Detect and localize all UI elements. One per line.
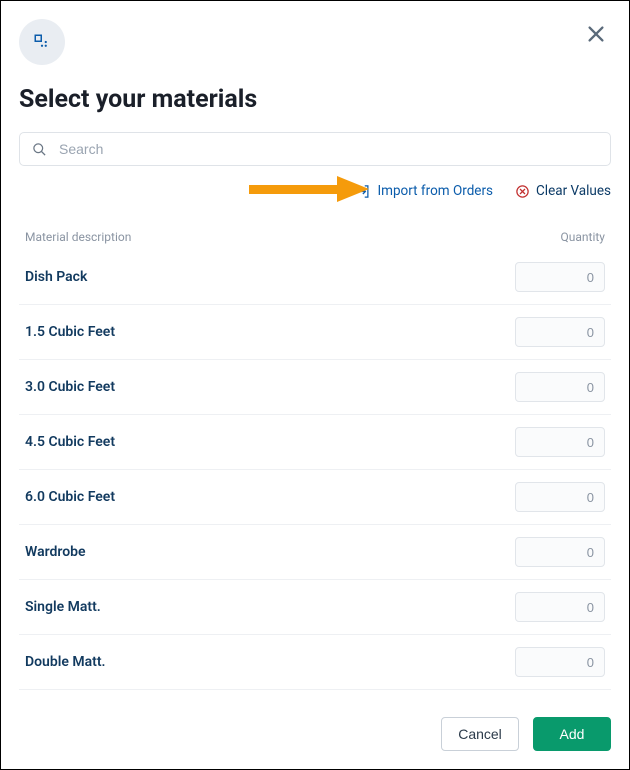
search-input[interactable] — [59, 141, 598, 157]
import-icon — [356, 184, 371, 199]
material-row: 3.0 Cubic Feet — [19, 360, 611, 415]
close-button[interactable] — [581, 19, 611, 49]
material-label: Wardrobe — [25, 544, 86, 560]
quantity-input[interactable] — [515, 592, 605, 622]
material-row: 1.5 Cubic Feet — [19, 305, 611, 360]
dialog-title: Select your materials — [19, 85, 611, 114]
search-field-wrap[interactable] — [19, 132, 611, 166]
arrow-annotation — [249, 176, 369, 206]
material-label: 4.5 Cubic Feet — [25, 434, 115, 450]
cancel-button[interactable]: Cancel — [441, 717, 519, 751]
quantity-input[interactable] — [515, 317, 605, 347]
quantity-input[interactable] — [515, 372, 605, 402]
col-description: Material description — [25, 230, 131, 244]
material-label: Single Matt. — [25, 599, 101, 615]
dialog-header — [19, 19, 611, 65]
material-label: 3.0 Cubic Feet — [25, 379, 115, 395]
material-label: 1.5 Cubic Feet — [25, 324, 115, 340]
material-row: Wardrobe — [19, 525, 611, 580]
import-label: Import from Orders — [377, 183, 493, 199]
quantity-input[interactable] — [515, 647, 605, 677]
material-row: 6.0 Cubic Feet — [19, 470, 611, 525]
col-quantity: Quantity — [561, 230, 605, 244]
quantity-input[interactable] — [515, 537, 605, 567]
material-label: Double Matt. — [25, 654, 106, 670]
select-materials-dialog: Select your materials Import from Orders — [1, 1, 629, 769]
clear-values-link[interactable]: Clear Values — [515, 183, 611, 199]
search-icon — [32, 142, 47, 157]
materials-icon — [19, 19, 65, 65]
material-row: Double Matt. — [19, 635, 611, 690]
import-from-orders-link[interactable]: Import from Orders — [356, 183, 493, 199]
material-row: King/Queen Matt. — [19, 690, 611, 701]
quantity-input[interactable] — [515, 262, 605, 292]
material-label: 6.0 Cubic Feet — [25, 489, 115, 505]
material-row: Single Matt. — [19, 580, 611, 635]
table-header: Material description Quantity — [19, 230, 611, 250]
quantity-input[interactable] — [515, 427, 605, 457]
dialog-footer: Cancel Add — [19, 701, 611, 751]
actions-row: Import from Orders Clear Values — [19, 178, 611, 204]
clear-label: Clear Values — [536, 183, 611, 199]
material-row: Dish Pack — [19, 250, 611, 305]
clear-icon — [515, 184, 530, 199]
quantity-input[interactable] — [515, 482, 605, 512]
material-label: Dish Pack — [25, 269, 87, 285]
add-button[interactable]: Add — [533, 717, 611, 751]
materials-list: Dish Pack 1.5 Cubic Feet 3.0 Cubic Feet … — [19, 250, 611, 701]
material-row: 4.5 Cubic Feet — [19, 415, 611, 470]
